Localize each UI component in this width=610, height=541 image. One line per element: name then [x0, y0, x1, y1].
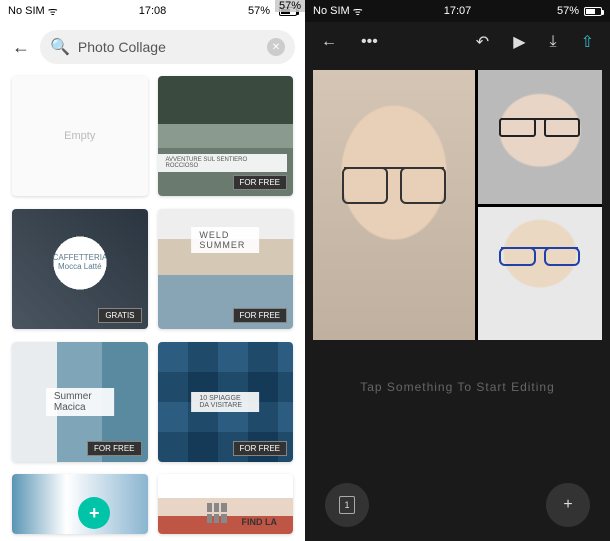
- template-grid: Empty AVVENTURE SUL SENTIERO ROCCIOSO FO…: [0, 72, 305, 541]
- template-card[interactable]: Empty: [12, 76, 148, 196]
- template-browser-screen: No SIM ᯤ 17:08 57% ← 🔍 ✕ Empty AVVENTURE…: [0, 0, 305, 541]
- back-icon[interactable]: ←: [12, 37, 30, 58]
- share-icon[interactable]: ⇧: [581, 32, 594, 52]
- price-badge: GRATIS: [98, 308, 141, 323]
- photo-slot[interactable]: [478, 207, 602, 341]
- glasses-icon: [344, 167, 444, 202]
- search-field-container[interactable]: 🔍 ✕: [40, 30, 295, 64]
- add-element-button[interactable]: +: [546, 483, 590, 527]
- template-card[interactable]: WELD SUMMER FOR FREE: [158, 209, 294, 329]
- template-card[interactable]: 10 SPIAGGE DA VISITARE FOR FREE: [158, 342, 294, 462]
- battery-pct: 57%: [557, 5, 579, 17]
- undo-icon[interactable]: ↶: [476, 32, 489, 52]
- battery-pct: 57%: [244, 5, 274, 17]
- clock: 17:08: [139, 5, 167, 17]
- add-button[interactable]: +: [78, 497, 110, 529]
- carrier-label: No SIM: [8, 5, 45, 17]
- collage-canvas[interactable]: [313, 70, 602, 340]
- play-icon[interactable]: ▶: [513, 32, 525, 52]
- editor-hint: Tap Something To Start Editing: [305, 380, 610, 394]
- template-card[interactable]: AVVENTURE SUL SENTIERO ROCCIOSO FOR FREE: [158, 76, 294, 196]
- bottom-bar: +: [0, 493, 305, 533]
- glasses-icon: [501, 118, 578, 135]
- back-icon[interactable]: ←: [321, 33, 337, 51]
- photo-slot[interactable]: [313, 70, 475, 340]
- status-bar: No SIM ᯤ 17:08 57%: [0, 0, 305, 22]
- search-input[interactable]: [78, 39, 259, 55]
- price-badge: FOR FREE: [233, 308, 287, 323]
- pages-button[interactable]: 1: [325, 483, 369, 527]
- template-card[interactable]: CAFFETTERIA Mocca Latté GRATIS: [12, 209, 148, 329]
- editor-toolbar: ← ••• ↶ ▶ ⤓ ⇧: [305, 22, 610, 62]
- download-icon[interactable]: ⤓: [550, 33, 557, 51]
- status-bar: No SIM ᯤ 17:07 57%: [305, 0, 610, 22]
- clock: 17:07: [444, 5, 472, 17]
- price-badge: FOR FREE: [233, 441, 287, 456]
- card-label: Empty: [56, 127, 103, 145]
- template-card[interactable]: Summer Macica FOR FREE: [12, 342, 148, 462]
- battery-icon: [582, 7, 602, 16]
- card-label: AVVENTURE SUL SENTIERO ROCCIOSO: [158, 154, 288, 172]
- editor-bottom-bar: 1 +: [305, 483, 610, 527]
- page-count-badge: 1: [339, 496, 355, 514]
- price-badge: FOR FREE: [87, 441, 141, 456]
- clear-icon[interactable]: ✕: [267, 38, 285, 56]
- photo-slot[interactable]: [478, 70, 602, 204]
- card-label: WELD SUMMER: [191, 227, 259, 253]
- wifi-icon: ᯤ: [48, 4, 58, 19]
- glasses-icon: [501, 247, 578, 264]
- search-icon: 🔍: [50, 37, 70, 57]
- grid-view-icon[interactable]: [207, 503, 227, 523]
- search-bar: ← 🔍 ✕: [0, 22, 305, 72]
- battery-overlay: 57%: [275, 0, 305, 12]
- card-label: Summer Macica: [46, 388, 114, 416]
- wifi-icon: ᯤ: [353, 4, 363, 19]
- card-label: CAFFETTERIA Mocca Latté: [45, 250, 115, 274]
- plus-icon: +: [563, 496, 572, 514]
- price-badge: FOR FREE: [233, 175, 287, 190]
- more-icon[interactable]: •••: [361, 33, 378, 51]
- card-label: 10 SPIAGGE DA VISITARE: [191, 392, 259, 412]
- carrier-label: No SIM: [313, 5, 350, 17]
- editor-screen: No SIM ᯤ 17:07 57% ← ••• ↶ ▶ ⤓ ⇧ Tap Som…: [305, 0, 610, 541]
